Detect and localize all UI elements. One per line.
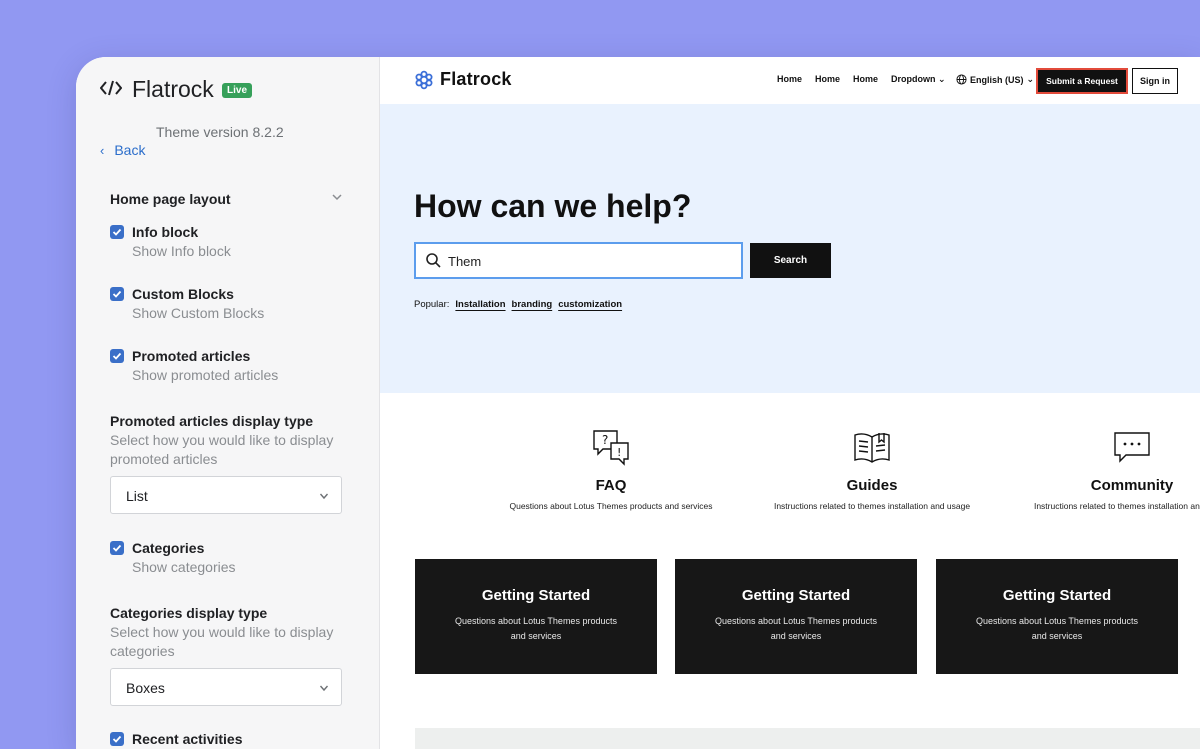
option-label: Promoted articles <box>132 348 251 364</box>
chevron-down-icon[interactable] <box>331 191 343 203</box>
nav-link-home[interactable]: Home <box>853 74 878 84</box>
category-card[interactable]: Getting Started Questions about Lotus Th… <box>936 559 1178 674</box>
app-window: Flatrock Live Theme version 8.2.2 ‹ Back … <box>76 57 1200 749</box>
search-input[interactable] <box>448 251 728 271</box>
faq-chat-icon: ? ! <box>593 430 629 466</box>
search-button[interactable]: Search <box>750 243 831 278</box>
theme-settings-panel: Flatrock Live Theme version 8.2.2 ‹ Back … <box>76 57 380 749</box>
search-field[interactable] <box>414 242 743 279</box>
site-logo-text: Flatrock <box>440 69 512 89</box>
card-title: Getting Started <box>741 587 851 604</box>
language-selector[interactable]: English (US) ⌄ <box>956 74 1034 85</box>
nav-dropdown[interactable]: Dropdown ⌄ <box>891 74 946 85</box>
chevron-down-icon: ⌄ <box>938 74 946 84</box>
section-title: Home page layout <box>110 191 231 207</box>
promoted-display-type-label: Promoted articles display type <box>110 413 314 429</box>
chevron-down-icon <box>319 685 329 692</box>
checkmark-icon <box>112 352 122 360</box>
card-title: Getting Started <box>1002 587 1112 604</box>
option-label: Info block <box>132 224 199 240</box>
back-link[interactable]: ‹ Back <box>100 142 145 158</box>
chevron-left-icon: ‹ <box>100 143 105 158</box>
nav-link-home[interactable]: Home <box>777 74 802 84</box>
checkmark-icon <box>112 735 122 743</box>
hero-section: How can we help? Search Popular: Install… <box>380 104 1200 393</box>
code-icon <box>100 80 122 96</box>
option-label: Recent activities <box>132 731 243 747</box>
card-title: Getting Started <box>481 587 591 604</box>
globe-icon <box>956 74 967 85</box>
checkmark-icon <box>112 290 122 298</box>
promoted-articles-checkbox[interactable] <box>110 349 124 363</box>
info-block-checkbox[interactable] <box>110 225 124 239</box>
popular-tag[interactable]: customization <box>558 299 622 310</box>
option-help: Show promoted articles <box>132 367 279 383</box>
svg-text:!: ! <box>617 446 621 459</box>
sign-in-button[interactable]: Sign in <box>1132 68 1178 94</box>
feature-title: Community <box>1090 477 1174 494</box>
feature-description: Instructions related to themes installat… <box>1033 501 1200 511</box>
flower-logo-icon <box>415 70 433 89</box>
chevron-down-icon <box>319 493 329 500</box>
option-label: Custom Blocks <box>132 286 234 302</box>
option-help: Show Custom Blocks <box>132 305 265 321</box>
select-value: List <box>126 488 148 504</box>
popular-searches: Popular: Installation branding customiza… <box>414 299 622 310</box>
card-description: Questions about Lotus Themes products an… <box>455 616 617 641</box>
feature-description: Instructions related to themes installat… <box>773 501 971 511</box>
option-help: Show Info block <box>132 243 231 259</box>
category-card[interactable]: Getting Started Questions about Lotus Th… <box>675 559 917 674</box>
categories-display-type-help: Select how you would like to display cat… <box>110 624 334 659</box>
popular-tag[interactable]: Installation <box>455 299 505 310</box>
guides-book-icon <box>854 433 890 463</box>
recent-activities-checkbox[interactable] <box>110 732 124 746</box>
site-logo[interactable]: Flatrock <box>414 69 512 90</box>
nav-link-home[interactable]: Home <box>815 74 840 84</box>
chevron-down-icon: ⌄ <box>1026 74 1035 84</box>
option-label: Categories <box>132 540 205 556</box>
search-icon <box>426 253 441 268</box>
categories-checkbox[interactable] <box>110 541 124 555</box>
live-badge: Live <box>222 83 253 98</box>
promoted-display-type-select[interactable]: List <box>110 476 342 514</box>
categories-display-type-select[interactable]: Boxes <box>110 668 342 706</box>
feature-faq[interactable]: ? ! FAQ Questions about Lotus Themes pro… <box>491 427 731 513</box>
promoted-display-type-help: Select how you would like to display pro… <box>110 432 334 467</box>
theme-preview: Flatrock Home Home Home Dropdown ⌄ Engli… <box>380 57 1200 749</box>
feature-title: FAQ <box>595 477 627 494</box>
custom-blocks-checkbox[interactable] <box>110 287 124 301</box>
checkmark-icon <box>112 228 122 236</box>
categories-display-type-label: Categories display type <box>110 605 268 621</box>
feature-description: Questions about Lotus Themes products an… <box>509 501 713 511</box>
theme-version: Theme version 8.2.2 <box>156 124 284 140</box>
nav-dropdown-label: Dropdown <box>891 74 936 84</box>
card-description: Questions about Lotus Themes products an… <box>976 616 1138 641</box>
site-header: Flatrock Home Home Home Dropdown ⌄ Engli… <box>380 57 1200 104</box>
hero-title: How can we help? <box>414 188 692 224</box>
select-value: Boxes <box>126 680 165 696</box>
checkmark-icon <box>112 544 122 552</box>
card-description: Questions about Lotus Themes products an… <box>715 616 877 641</box>
submit-request-button[interactable]: Submit a Request <box>1036 68 1128 94</box>
back-label: Back <box>114 142 146 158</box>
category-card[interactable]: Getting Started Questions about Lotus Th… <box>415 559 657 674</box>
feature-community[interactable]: Community Instructions related to themes… <box>1012 427 1200 513</box>
option-help: Show categories <box>132 559 236 575</box>
community-chat-icon <box>1114 432 1150 463</box>
popular-tag[interactable]: branding <box>512 299 553 310</box>
popular-label: Popular: <box>414 299 450 310</box>
next-section-preview <box>415 728 1200 749</box>
svg-text:?: ? <box>602 433 608 447</box>
feature-guides[interactable]: Guides Instructions related to themes in… <box>752 427 992 513</box>
feature-title: Guides <box>846 477 898 494</box>
theme-name: Flatrock <box>132 76 214 102</box>
language-label: English (US) <box>970 74 1024 85</box>
